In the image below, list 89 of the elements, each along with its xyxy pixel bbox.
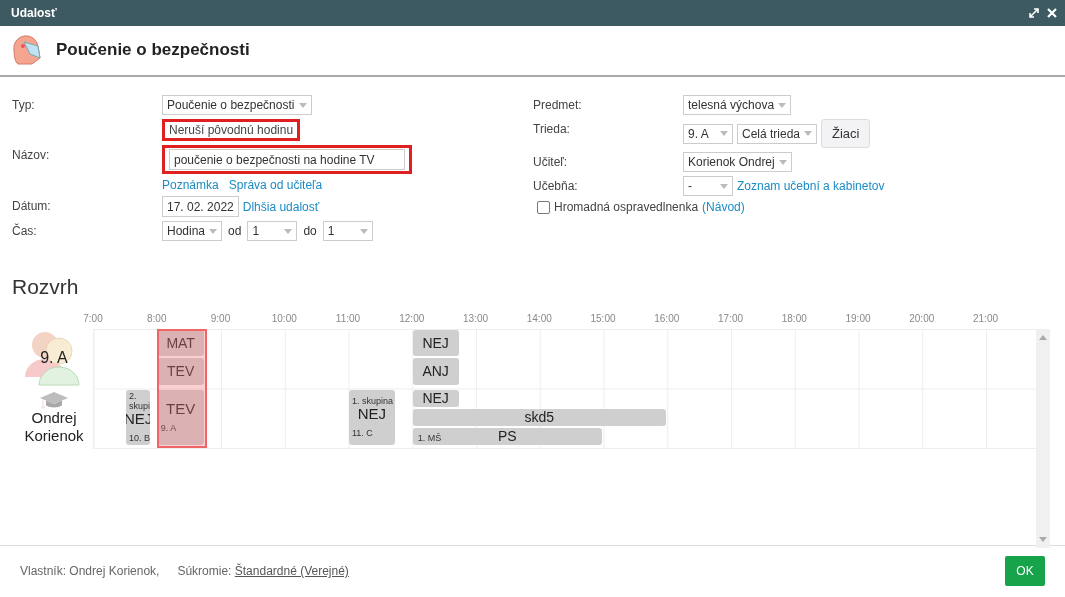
- caret-icon: [359, 228, 368, 234]
- type-select[interactable]: Poučenie o bezpečnosti: [162, 95, 312, 115]
- row-label: Ondrej Korienok: [23, 409, 85, 446]
- lesson-block[interactable]: 1. skupina NEJ 11. C: [349, 389, 395, 445]
- lesson-block[interactable]: TEV: [157, 358, 204, 385]
- field-label: Učebňa:: [533, 178, 579, 195]
- event-title: Poučenie o bezpečnosti: [56, 40, 250, 61]
- hour-label: 21:00: [973, 312, 998, 324]
- group-text: 1. skupina: [351, 396, 394, 407]
- field-label: Typ:: [12, 97, 36, 114]
- checkbox[interactable]: [537, 200, 550, 214]
- field-label: Dátum:: [12, 198, 52, 215]
- class-text: 9. A: [159, 423, 177, 434]
- row-label: 9. A: [40, 348, 68, 369]
- from-select[interactable]: 1: [247, 221, 298, 241]
- maximize-icon[interactable]: [1029, 7, 1039, 18]
- caret-icon: [804, 131, 813, 136]
- privacy-link[interactable]: Štandardné (Verejné): [234, 564, 349, 579]
- subject-text: NEJ: [125, 411, 151, 428]
- section-title: Rozvrh: [11, 274, 80, 301]
- subject-text: NEJ: [422, 390, 449, 407]
- class-text: 1. MŠ: [416, 432, 442, 443]
- name-field[interactable]: poučenie o bezpečnosti na hodine TV: [169, 149, 405, 170]
- checkbox-label: Hromadná ospravedlnenka: [554, 200, 699, 214]
- link[interactable]: Správa od učiteľa: [228, 178, 323, 192]
- subject-select[interactable]: telesná výchova: [683, 95, 792, 115]
- class-text: 11. C: [351, 428, 373, 439]
- hour-label: 19:00: [845, 312, 871, 324]
- subject-text: PS: [498, 428, 517, 445]
- caret-icon: [284, 228, 293, 234]
- window-title: Udalosť: [11, 5, 57, 20]
- hour-label: 8:00: [147, 312, 167, 324]
- lesson-block[interactable]: TEV 9. A: [157, 389, 204, 445]
- caret-icon: [299, 102, 307, 108]
- subject-text: TEV: [166, 401, 196, 418]
- field-label: Učiteľ:: [533, 154, 569, 171]
- link[interactable]: Zoznam učební a kabinetov: [737, 179, 885, 193]
- room-select[interactable]: -: [683, 176, 733, 196]
- hour-label: 7:00: [83, 312, 103, 324]
- class-select[interactable]: 9. A: [683, 123, 733, 144]
- close-icon[interactable]: [1047, 7, 1057, 18]
- subject-text: ANJ: [422, 363, 449, 380]
- hour-label: 11:00: [335, 312, 361, 324]
- field-label: Trieda:: [533, 121, 571, 138]
- hour-label: 10:00: [271, 312, 297, 324]
- hour-label: 14:00: [526, 312, 552, 324]
- note-text: Neruší pôvodnú hodinu: [169, 123, 294, 137]
- to-label: do: [302, 224, 318, 238]
- subject-text: NEJ: [357, 406, 387, 423]
- hour-label: 20:00: [909, 312, 935, 324]
- owner-text: Vlastník: Ondrej Korienok,: [20, 564, 160, 579]
- students-button[interactable]: Žiaci: [821, 119, 871, 148]
- link[interactable]: Dlhšia udalosť: [242, 199, 320, 214]
- date-field[interactable]: 17. 02. 2022: [162, 196, 239, 217]
- mode-select[interactable]: Hodina: [162, 221, 223, 241]
- link[interactable]: Poznámka: [162, 178, 219, 192]
- hour-label: 15:00: [590, 312, 616, 324]
- subject-text: TEV: [167, 363, 195, 380]
- lesson-block[interactable]: 2. skupi NEJ 10. B: [125, 389, 151, 445]
- lesson-block[interactable]: skd5: [412, 408, 666, 426]
- hour-label: 16:00: [654, 312, 680, 324]
- from-label: od: [227, 224, 243, 238]
- hour-label: 13:00: [463, 312, 488, 324]
- link[interactable]: (Návod): [702, 200, 745, 214]
- subject-text: skd5: [524, 409, 555, 426]
- class-text: 10. B: [127, 433, 150, 444]
- hour-label: 18:00: [781, 312, 807, 324]
- privacy-label: Súkromie: Štandardné (Verejné): [177, 564, 349, 579]
- lesson-block[interactable]: 1. MŠ PS: [412, 427, 602, 445]
- teacher-select[interactable]: Korienok Ondrej: [683, 152, 792, 172]
- group-text: 2. skupi: [127, 391, 151, 412]
- caret-icon: [209, 228, 218, 234]
- lesson-block[interactable]: ANJ: [412, 358, 459, 385]
- subject-text: MAT: [166, 334, 195, 351]
- hour-label: 12:00: [399, 312, 425, 324]
- hour-label: 17:00: [718, 312, 743, 324]
- subject-text: NEJ: [422, 334, 449, 351]
- caret-icon: [778, 102, 787, 108]
- hour-label: 9:00: [210, 312, 231, 324]
- field-label: Názov:: [12, 147, 51, 164]
- field-label: Čas:: [12, 222, 38, 240]
- helmet-icon: [10, 34, 42, 67]
- to-select[interactable]: 1: [322, 221, 373, 241]
- field-label: Predmet:: [533, 97, 583, 114]
- caret-icon: [720, 131, 728, 136]
- graduation-cap-icon: [39, 391, 69, 410]
- caret-icon: [778, 159, 787, 165]
- caret-icon: [720, 183, 728, 189]
- group-select[interactable]: Celá trieda: [737, 123, 818, 144]
